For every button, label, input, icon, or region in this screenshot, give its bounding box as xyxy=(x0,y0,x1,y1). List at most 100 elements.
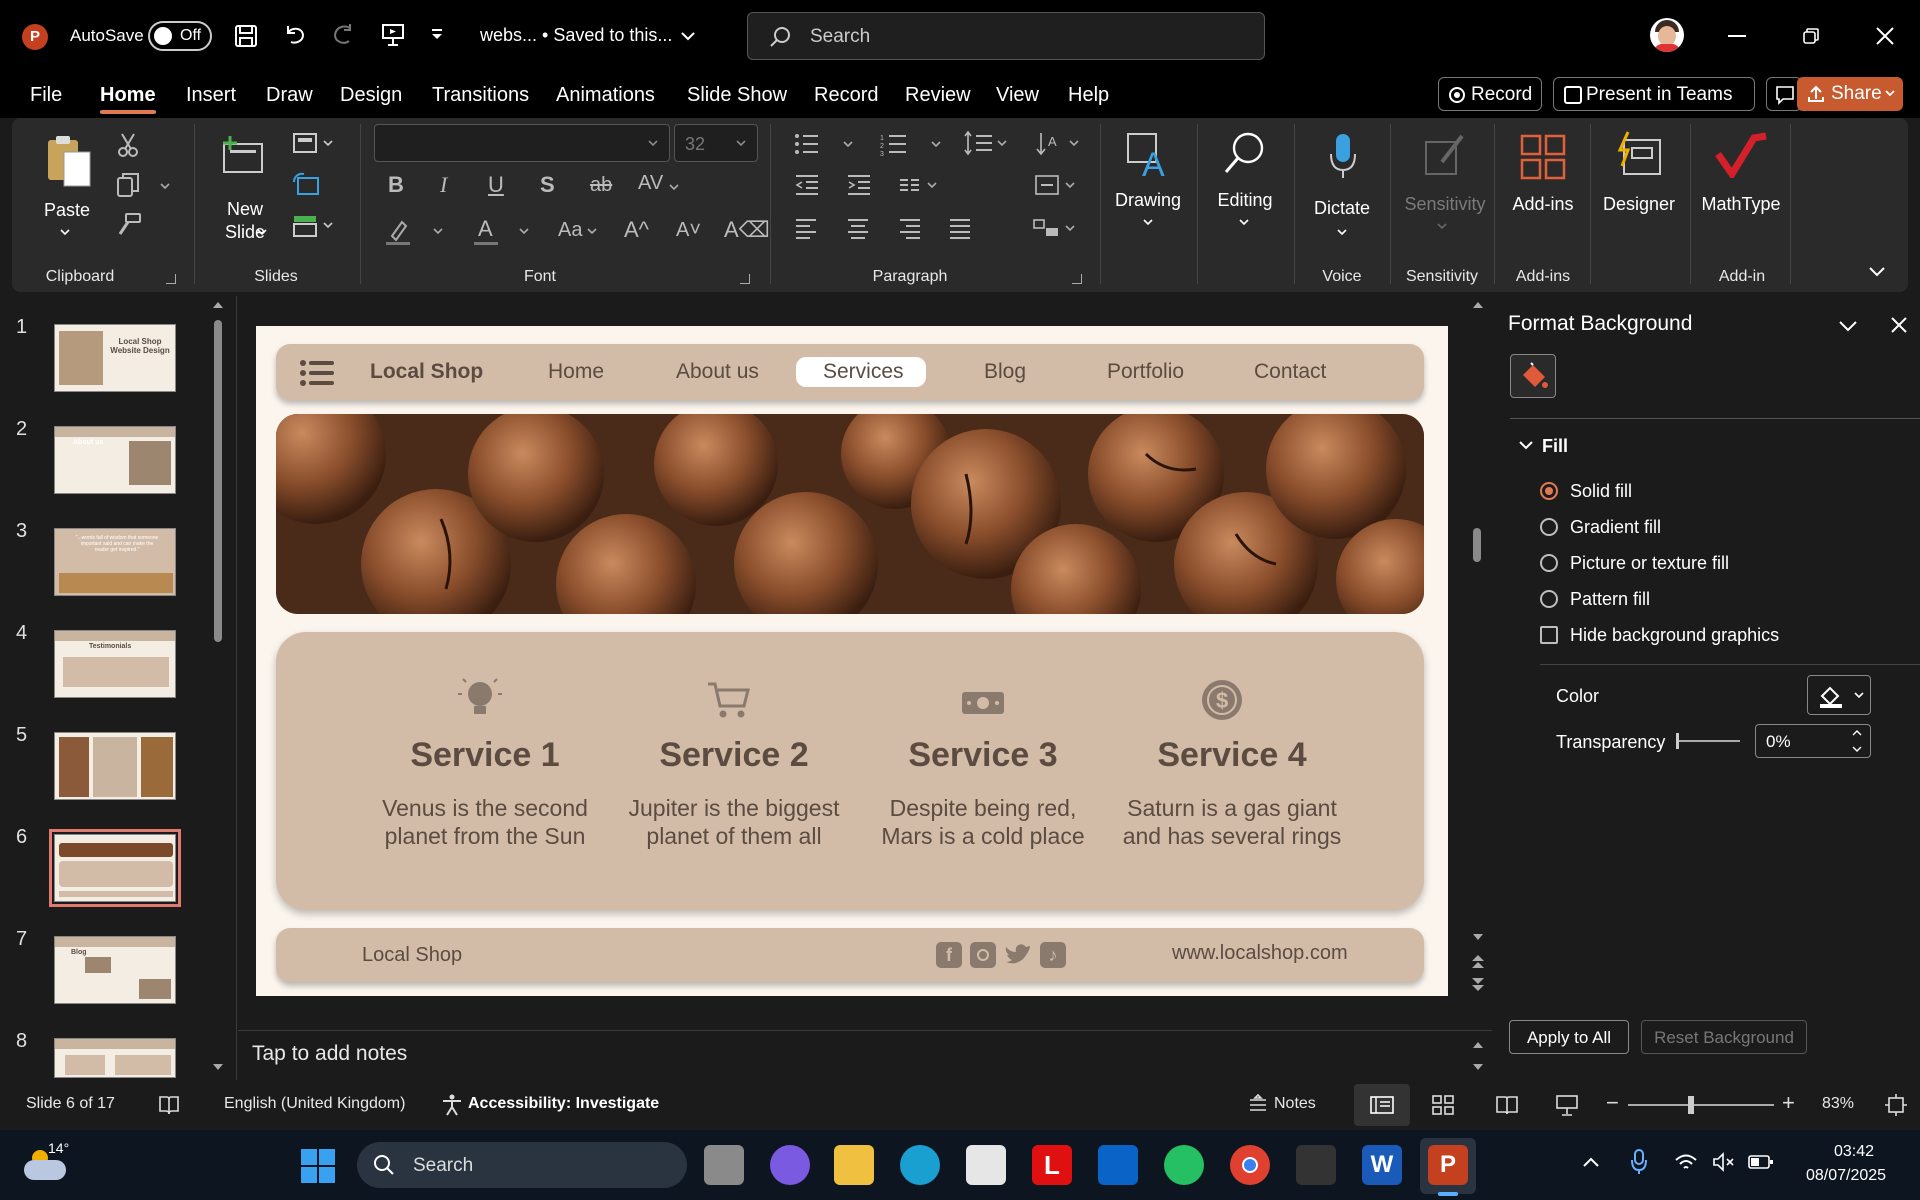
accessibility-icon[interactable] xyxy=(440,1093,464,1117)
decrease-font-size-icon[interactable]: A˅ xyxy=(676,219,701,242)
canvas-scroll-up-icon[interactable] xyxy=(1472,300,1484,310)
chevron-down-icon[interactable] xyxy=(586,227,598,235)
previous-slide-icon[interactable] xyxy=(1470,952,1486,970)
sensitivity-label[interactable]: Sensitivity xyxy=(1400,194,1490,215)
thumb-scroll-down-icon[interactable] xyxy=(212,1062,224,1072)
editing-search-icon[interactable] xyxy=(1222,130,1268,178)
bullets-icon[interactable] xyxy=(794,132,854,156)
save-icon[interactable] xyxy=(234,24,258,48)
next-slide-icon[interactable] xyxy=(1470,976,1486,994)
paste-chevron-icon[interactable] xyxy=(59,228,71,236)
color-picker-button[interactable] xyxy=(1807,675,1871,715)
clock-time[interactable]: 03:42 xyxy=(1834,1143,1874,1161)
addins-icon[interactable] xyxy=(1520,134,1566,180)
gradient-fill-label[interactable]: Gradient fill xyxy=(1570,517,1661,538)
transparency-input[interactable]: 0% xyxy=(1755,724,1871,758)
character-spacing-icon[interactable]: AV xyxy=(638,172,663,195)
tiktok-icon[interactable]: ♪ xyxy=(1040,942,1066,968)
menu-draw[interactable]: Draw xyxy=(266,84,313,107)
drawing-icon[interactable]: A xyxy=(1124,130,1172,180)
chevron-down-icon[interactable] xyxy=(668,183,680,191)
notes-scroll-up-icon[interactable] xyxy=(1472,1040,1484,1050)
battery-icon[interactable] xyxy=(1748,1154,1774,1170)
sensitivity-chevron-icon[interactable] xyxy=(1436,222,1448,230)
designer-label[interactable]: Designer xyxy=(1598,194,1680,215)
zoom-slider[interactable] xyxy=(1628,1096,1774,1114)
line-spacing-icon[interactable] xyxy=(964,130,1008,156)
slide-sorter-icon[interactable] xyxy=(1432,1095,1454,1115)
fill-section-chevron-icon[interactable] xyxy=(1518,440,1534,452)
paste-label[interactable]: Paste xyxy=(44,200,90,221)
undo-icon[interactable] xyxy=(282,22,308,48)
highlight-icon[interactable] xyxy=(384,218,412,246)
document-title[interactable]: webs... • Saved to this... xyxy=(480,25,672,46)
menu-animations[interactable]: Animations xyxy=(556,84,655,107)
justify-icon[interactable] xyxy=(948,218,972,240)
drawing-chevron-icon[interactable] xyxy=(1142,218,1154,226)
italic-icon[interactable]: I xyxy=(440,172,447,198)
nav-link-portfolio[interactable]: Portfolio xyxy=(1107,360,1184,384)
bold-icon[interactable]: B xyxy=(388,172,404,198)
notes-toggle-icon[interactable] xyxy=(1246,1094,1270,1114)
format-background-pane[interactable]: Format Background Fill Solid fill Gradie… xyxy=(1492,296,1920,1076)
record-button[interactable]: Record xyxy=(1438,77,1542,111)
font-size-dropdown[interactable]: 32 xyxy=(674,124,758,162)
menu-view[interactable]: View xyxy=(996,84,1039,107)
align-left-icon[interactable] xyxy=(794,218,818,240)
picture-texture-fill-radio[interactable] xyxy=(1540,554,1558,572)
columns-icon[interactable] xyxy=(898,176,940,194)
change-case-icon[interactable]: Aa xyxy=(558,219,582,242)
service-4-title[interactable]: Service 4 xyxy=(1117,736,1347,775)
wifi-icon[interactable] xyxy=(1674,1152,1698,1172)
thumb-scroll-up-icon[interactable] xyxy=(212,300,224,310)
editing-chevron-icon[interactable] xyxy=(1238,218,1250,226)
pattern-fill-radio[interactable] xyxy=(1540,590,1558,608)
slide-nav-bar[interactable]: Local Shop Home About us Services Blog P… xyxy=(276,344,1424,400)
solid-fill-label[interactable]: Solid fill xyxy=(1570,481,1632,502)
section-icon[interactable] xyxy=(292,214,338,238)
present-from-start-icon[interactable] xyxy=(380,22,406,48)
notes-scroll-down-icon[interactable] xyxy=(1472,1062,1484,1072)
nav-link-home[interactable]: Home xyxy=(548,360,604,384)
menu-slide-show[interactable]: Slide Show xyxy=(687,84,787,107)
service-1-title[interactable]: Service 1 xyxy=(370,736,600,775)
service-1-text[interactable]: Venus is the second planet from the Sun xyxy=(365,794,605,850)
slide-thumbnail[interactable]: "...words full of wisdom that someone im… xyxy=(54,528,176,596)
microphone-icon[interactable] xyxy=(1328,132,1358,180)
apply-to-all-button[interactable]: Apply to All xyxy=(1509,1020,1629,1054)
hamburger-icon[interactable] xyxy=(300,360,334,386)
footer-brand[interactable]: Local Shop xyxy=(362,944,462,967)
menu-insert[interactable]: Insert xyxy=(186,84,236,107)
new-slide-chevron-icon[interactable] xyxy=(256,228,268,236)
service-2-title[interactable]: Service 2 xyxy=(619,736,849,775)
l-app-icon[interactable]: L xyxy=(1032,1145,1072,1185)
avatar[interactable] xyxy=(1650,18,1684,52)
powerpoint-taskbar-icon[interactable]: P xyxy=(1428,1145,1468,1185)
align-text-icon[interactable] xyxy=(1034,174,1078,196)
twitter-icon[interactable] xyxy=(1004,942,1032,968)
app-box-icon[interactable] xyxy=(1296,1145,1336,1185)
file-explorer-gallery-icon[interactable] xyxy=(704,1145,744,1185)
gradient-fill-radio[interactable] xyxy=(1540,518,1558,536)
dictate-label[interactable]: Dictate xyxy=(1306,198,1378,219)
slide-thumbnail-selected[interactable] xyxy=(49,829,181,907)
slide-thumbnail[interactable]: About us xyxy=(54,426,176,494)
autosave-toggle[interactable]: Off xyxy=(148,21,212,51)
menu-home[interactable]: Home xyxy=(100,84,156,107)
transparency-slider[interactable] xyxy=(1676,733,1740,749)
chevron-down-icon[interactable] xyxy=(432,227,444,235)
menu-help[interactable]: Help xyxy=(1068,84,1109,107)
menu-design[interactable]: Design xyxy=(340,84,402,107)
slide-footer[interactable]: Local Shop f ♪ www.localshop.com xyxy=(276,928,1424,982)
spin-down-icon[interactable] xyxy=(1852,745,1862,753)
fit-to-window-icon[interactable] xyxy=(1884,1093,1908,1117)
spelling-check-icon[interactable] xyxy=(158,1094,180,1116)
transparency-slider-handle[interactable] xyxy=(1676,733,1679,749)
mathtype-icon[interactable] xyxy=(1714,132,1768,178)
shadow-icon[interactable]: S xyxy=(540,172,555,198)
title-chevron-down-icon[interactable] xyxy=(680,30,696,42)
footer-url[interactable]: www.localshop.com xyxy=(1172,942,1348,965)
sensitivity-icon[interactable] xyxy=(1422,132,1468,178)
nav-link-contact[interactable]: Contact xyxy=(1254,360,1326,384)
reset-background-button[interactable]: Reset Background xyxy=(1641,1020,1807,1054)
